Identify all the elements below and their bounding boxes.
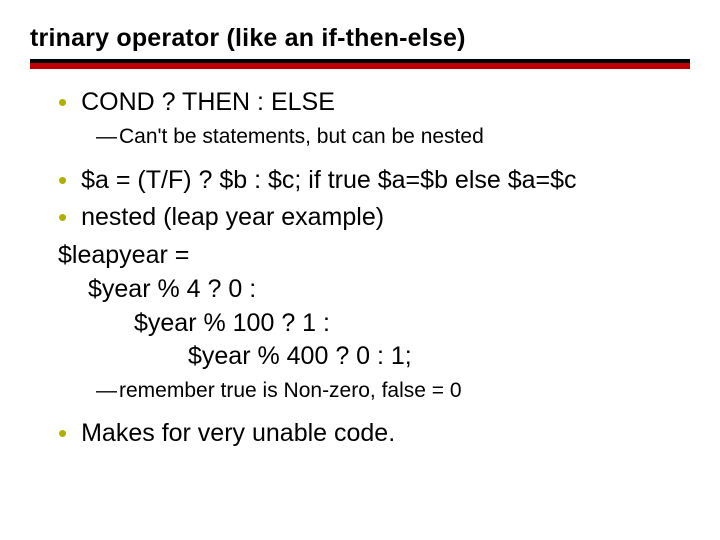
title-underline [30,59,690,69]
code-line: $year % 400 ? 0 : 1; [58,340,690,374]
bullet-level1: • Makes for very unable code. [30,418,690,449]
bullet-dash-icon: — [96,378,117,404]
bullet-level2: — remember true is Non-zero, false = 0 [30,378,690,404]
code-block: $leapyear = $year % 4 ? 0 : $year % 100 … [30,239,690,374]
bullet-level2: — Can't be statements, but can be nested [30,124,690,150]
slide-title: trinary operator (like an if-then-else) [30,24,690,57]
bullet-dash-icon: — [96,124,117,150]
bullet-dot-icon: • [58,420,67,446]
code-line: $leapyear = [58,239,690,273]
bullet-text: nested (leap year example) [81,202,384,233]
bullet-level1: • nested (leap year example) [30,202,690,233]
bullet-dot-icon: • [58,204,67,230]
slide-content: • COND ? THEN : ELSE — Can't be statemen… [30,69,690,450]
bullet-text: $a = (T/F) ? $b : $c; if true $a=$b else… [81,165,576,196]
bullet-text: remember true is Non-zero, false = 0 [119,378,462,404]
code-line: $year % 100 ? 1 : [58,307,690,341]
bullet-dot-icon: • [58,167,67,193]
bullet-text: Makes for very unable code. [81,418,395,449]
code-line: $year % 4 ? 0 : [58,273,690,307]
bullet-text: Can't be statements, but can be nested [119,124,484,150]
bullet-level1: • COND ? THEN : ELSE [30,87,690,118]
slide: trinary operator (like an if-then-else) … [0,0,720,450]
bullet-text: COND ? THEN : ELSE [81,87,335,118]
bullet-dot-icon: • [58,89,67,115]
bullet-level1: • $a = (T/F) ? $b : $c; if true $a=$b el… [30,165,690,196]
